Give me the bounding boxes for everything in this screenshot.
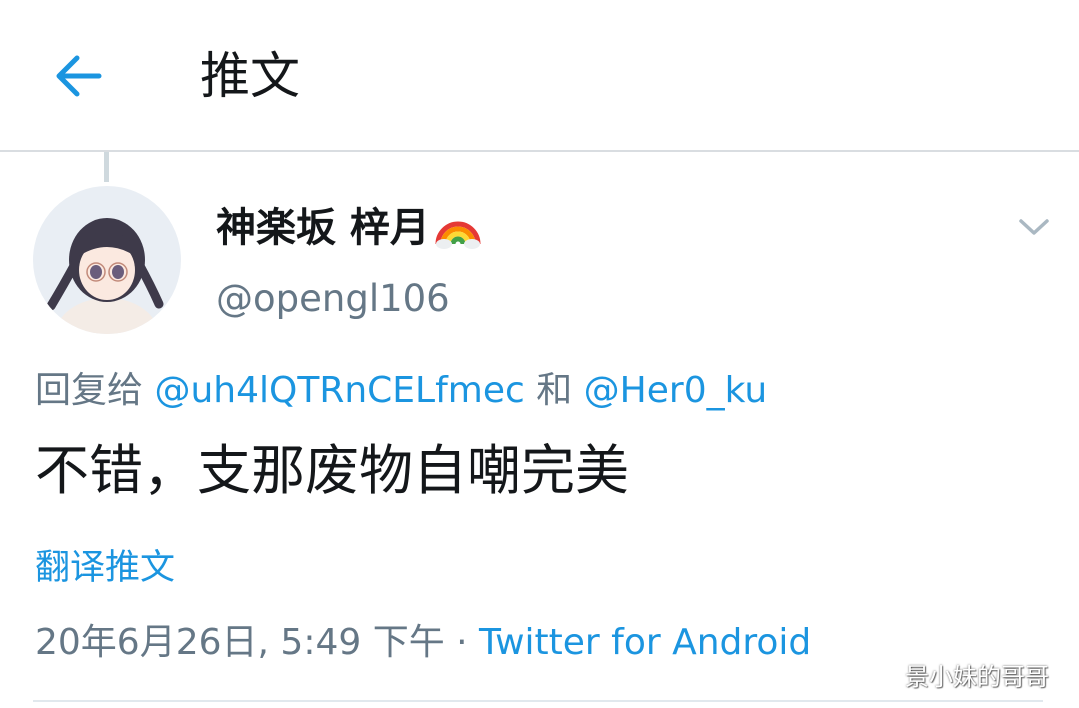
reply-prefix: 回复给 — [35, 370, 155, 411]
tweet-metadata: 20年6月26日, 5:49 下午 · Twitter for Android — [35, 618, 811, 668]
back-button[interactable] — [48, 46, 108, 106]
tweet-timestamp[interactable]: 20年6月26日, 5:49 下午 — [35, 622, 445, 663]
thread-connector-line — [104, 152, 109, 182]
meta-separator: · — [444, 622, 480, 663]
more-options-button[interactable] — [1014, 210, 1054, 244]
top-app-bar: 推文 — [0, 0, 1079, 152]
divider — [33, 700, 1043, 702]
author-name-row[interactable]: 神楽坂 梓月 — [216, 202, 482, 254]
mention-link-2[interactable]: @Her0_ku — [584, 370, 767, 411]
author-display-name[interactable]: 神楽坂 梓月 — [216, 202, 430, 254]
avatar-illustration — [33, 186, 181, 334]
tweet-body-text: 不错，支那废物自嘲完美 — [35, 439, 629, 502]
reply-connector: 和 — [524, 370, 584, 411]
translate-tweet-link[interactable]: 翻译推文 — [35, 544, 175, 592]
watermark: 景小妹的哥哥 — [905, 663, 1049, 691]
mention-link-1[interactable]: @uh4lQTRnCELfmec — [154, 370, 524, 411]
page-title: 推文 — [200, 47, 300, 105]
arrow-left-icon — [56, 55, 102, 97]
avatar[interactable] — [33, 186, 181, 334]
author-handle[interactable]: @opengl106 — [216, 276, 450, 322]
chevron-down-icon — [1019, 219, 1049, 235]
reply-context: 回复给 @uh4lQTRnCELfmec 和 @Her0_ku — [35, 366, 767, 416]
tweet-source-link[interactable]: Twitter for Android — [479, 622, 811, 663]
rainbow-emoji-icon — [435, 221, 481, 249]
